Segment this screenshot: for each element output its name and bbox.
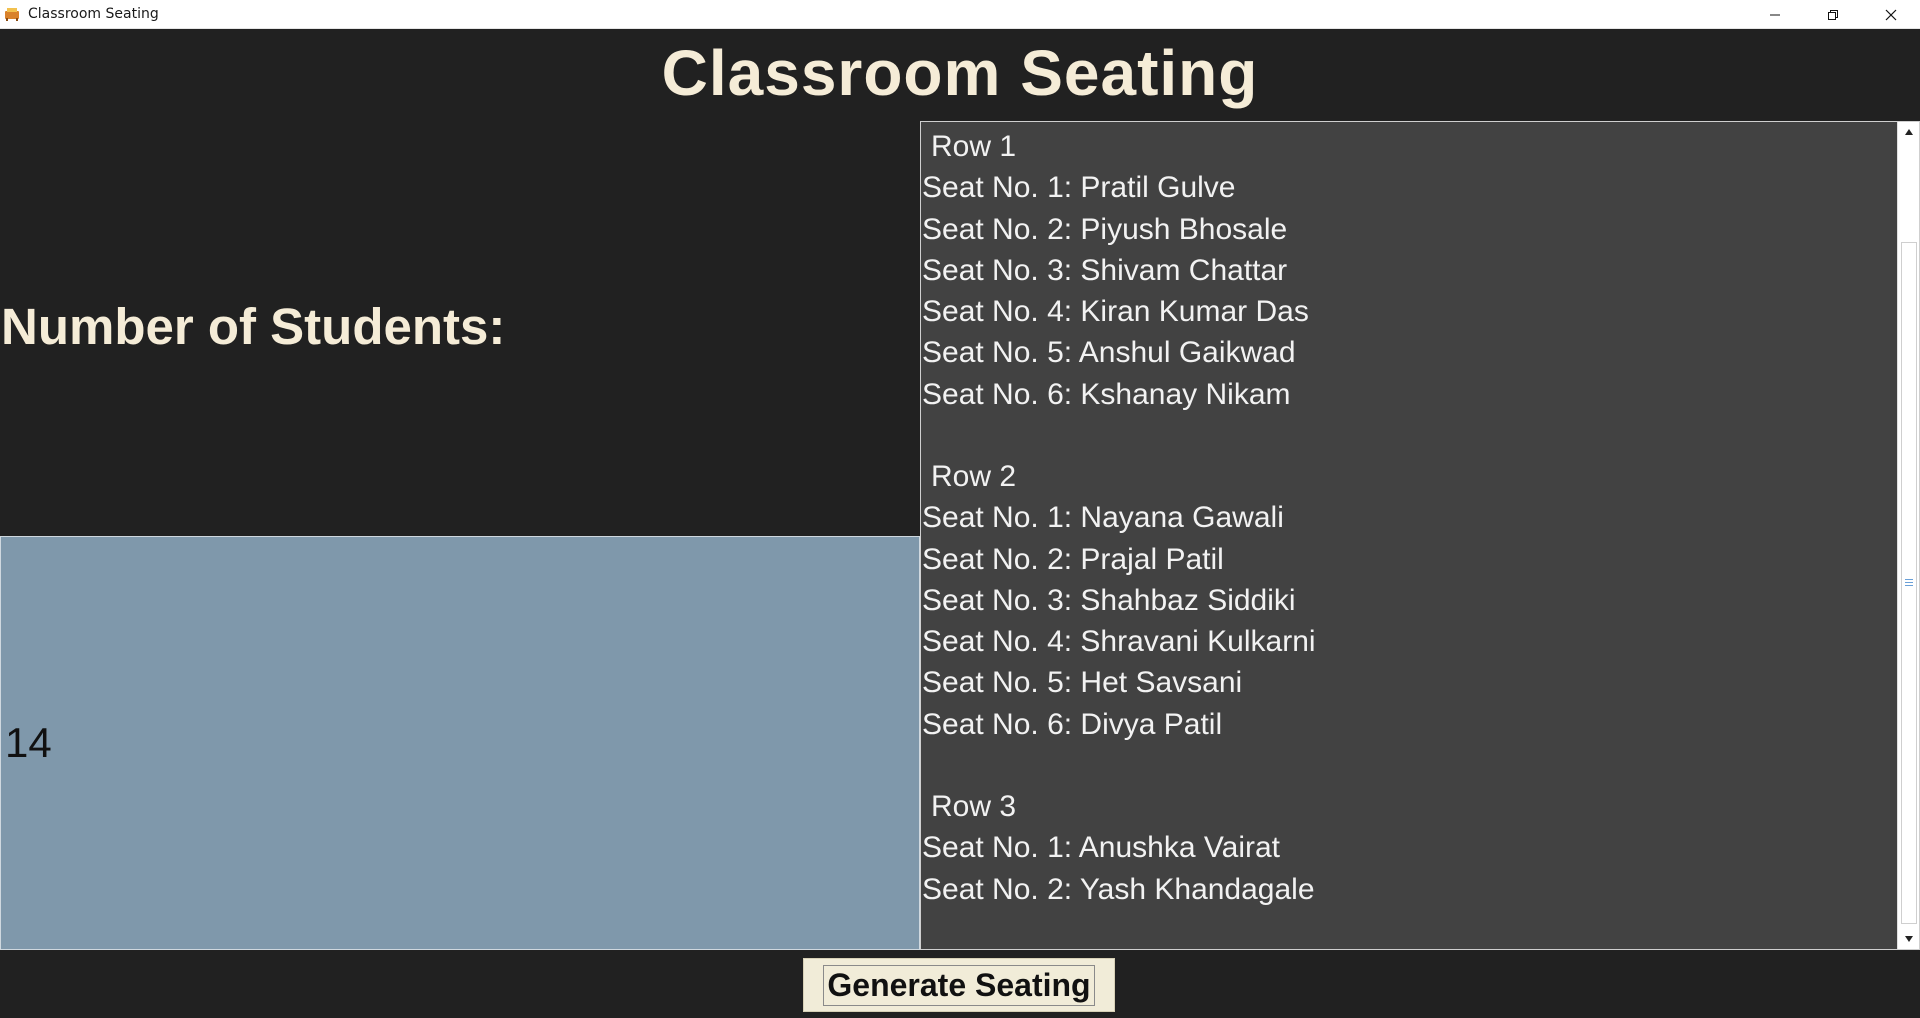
seat-item: Seat No. 2: Prajal Patil: [922, 542, 1224, 576]
seating-list-content: Row 1 Seat No. 1: Pratil Gulve Seat No. …: [922, 126, 1897, 910]
app-icon: [5, 8, 19, 21]
arrow-up-icon: [1904, 129, 1913, 135]
minimize-button[interactable]: [1746, 0, 1804, 29]
scroll-up-button[interactable]: [1898, 122, 1919, 142]
window-titlebar: Classroom Seating: [0, 0, 1920, 29]
students-label: Number of Students:: [1, 298, 506, 355]
seat-item: Seat No. 3: Shahbaz Siddiki: [922, 583, 1296, 617]
seat-item: Seat No. 1: Anushka Vairat: [922, 831, 1280, 865]
seat-item: Seat No. 2: Yash Khandagale: [922, 872, 1315, 906]
seat-item: Seat No. 5: Anshul Gaikwad: [922, 336, 1296, 370]
seat-item: Seat No. 1: Pratil Gulve: [922, 171, 1236, 205]
row-header: Row 1: [931, 130, 1017, 163]
seat-item: Seat No. 1: Nayana Gawali: [922, 501, 1284, 535]
seat-item: Seat No. 6: Kshanay Nikam: [922, 377, 1291, 411]
scroll-down-button[interactable]: [1898, 929, 1919, 949]
arrow-down-icon: [1904, 936, 1913, 942]
window-title: Classroom Seating: [28, 6, 159, 22]
window-controls: [1746, 0, 1920, 29]
seat-item: Seat No. 4: Shravani Kulkarni: [922, 625, 1316, 658]
page-title: Classroom Seating: [661, 37, 1259, 109]
seat-item: Seat No. 5: Het Savsani: [922, 666, 1243, 700]
grip-icon: [1905, 579, 1913, 588]
row-header: Row 2: [931, 460, 1017, 493]
restore-icon: [1828, 9, 1838, 20]
row-header: Row 3: [931, 790, 1017, 823]
students-count-input[interactable]: [0, 536, 920, 950]
seat-item: Seat No. 3: Shivam Chattar: [922, 253, 1288, 287]
scrollbar-thumb[interactable]: [1901, 242, 1917, 924]
seat-item: Seat No. 2: Piyush Bhosale: [922, 212, 1288, 246]
close-button[interactable]: [1862, 0, 1920, 29]
restore-button[interactable]: [1804, 0, 1862, 29]
close-icon: [1885, 9, 1897, 20]
seat-item: Seat No. 4: Kiran Kumar Das: [922, 295, 1309, 328]
seating-list[interactable]: Row 1 Seat No. 1: Pratil Gulve Seat No. …: [920, 121, 1920, 950]
minimize-icon: [1770, 14, 1780, 15]
seat-item: Seat No. 6: Divya Patil: [922, 707, 1223, 741]
generate-seating-label: Generate Seating: [823, 964, 1095, 1006]
vertical-scrollbar[interactable]: [1897, 122, 1919, 949]
generate-seating-button[interactable]: Generate Seating: [803, 958, 1115, 1012]
